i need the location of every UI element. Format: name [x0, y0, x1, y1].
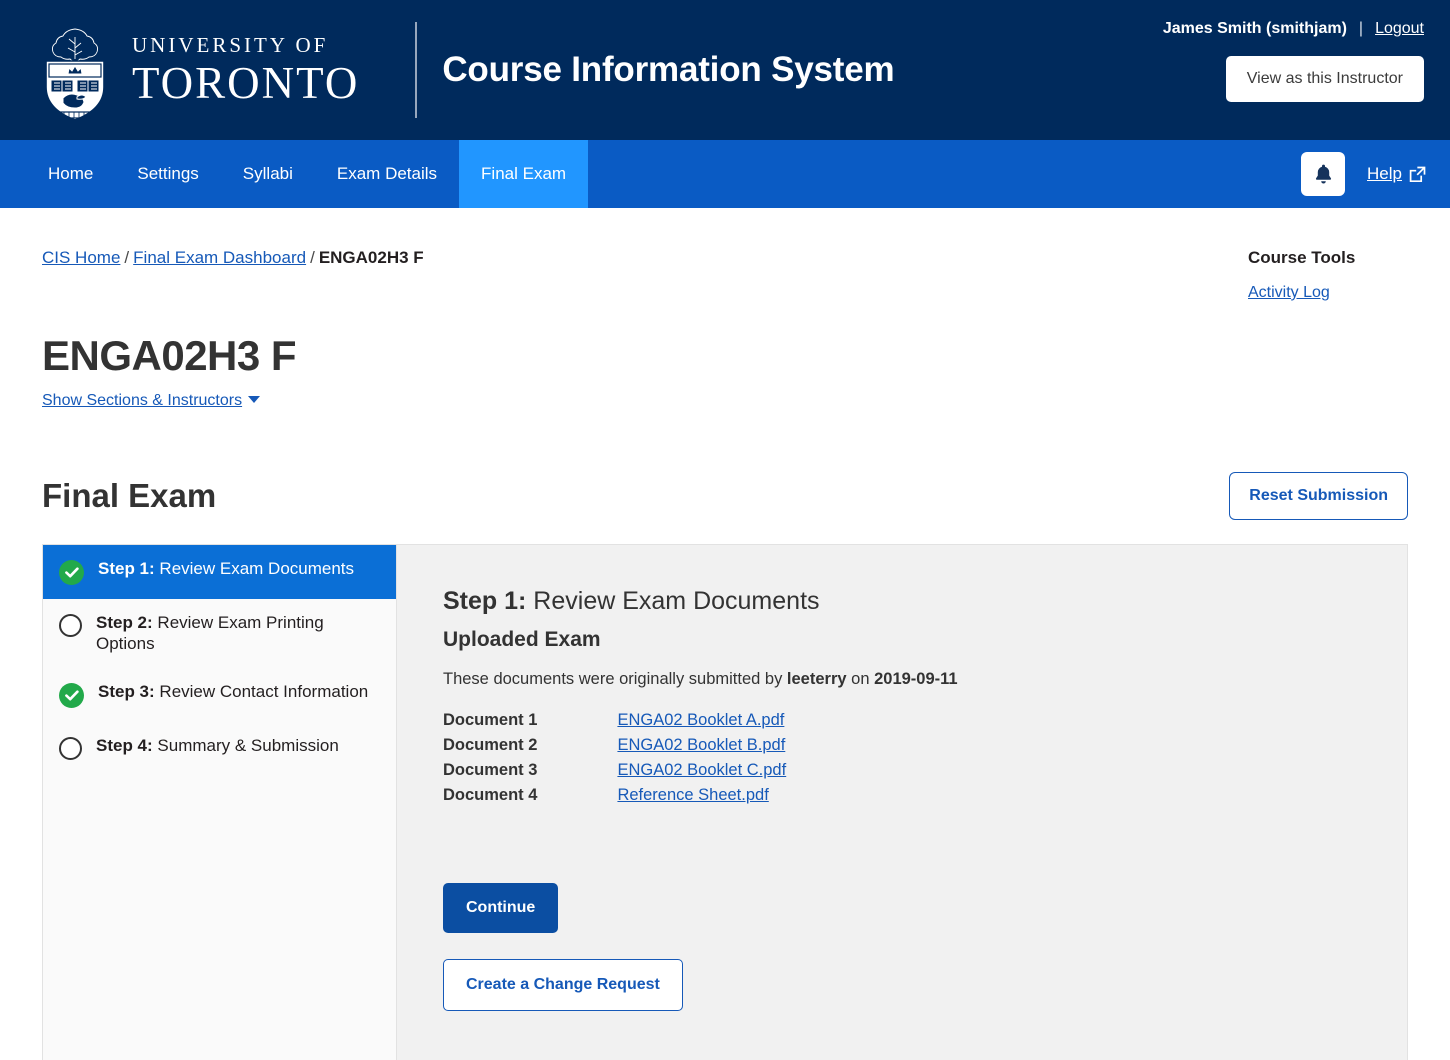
document-1-value: ENGA02 Booklet A.pdf [617, 711, 786, 736]
document-2-value: ENGA02 Booklet B.pdf [617, 736, 786, 761]
nav-item-list: Home Settings Syllabi Exam Details Final… [26, 140, 589, 208]
uoft-wordmark: UNIVERSITY OF TORONTO [132, 32, 360, 108]
wizard-step-4[interactable]: Step 4: Summary & Submission [43, 722, 396, 774]
nav-item-home[interactable]: Home [26, 140, 115, 208]
step-complete-icon [59, 560, 84, 585]
nav-item-syllabi[interactable]: Syllabi [221, 140, 315, 208]
header-divider [415, 22, 418, 118]
bell-icon [1315, 164, 1331, 184]
wizard-content-panel: Step 1: Review Exam Documents Uploaded E… [397, 545, 1407, 1060]
document-list: Document 1 ENGA02 Booklet A.pdf Document… [443, 711, 786, 811]
wizard-step-list: Step 1: Review Exam Documents Step 2: Re… [43, 545, 397, 1060]
step-2-number: Step 2: [96, 613, 153, 632]
reset-submission-button[interactable]: Reset Submission [1229, 472, 1408, 520]
nav-right-group: Help [1301, 140, 1426, 208]
current-user-label: James Smith (smithjam) [1162, 20, 1347, 37]
view-as-instructor-button[interactable]: View as this Instructor [1225, 56, 1424, 102]
create-change-request-button[interactable]: Create a Change Request [443, 959, 683, 1011]
course-tools-title: Course Tools [1248, 248, 1356, 267]
exam-wizard: Step 1: Review Exam Documents Step 2: Re… [42, 544, 1408, 1060]
step-4-label: Step 4: Summary & Submission [96, 736, 339, 757]
university-line1: UNIVERSITY OF [132, 32, 329, 57]
document-2-link[interactable]: ENGA02 Booklet B.pdf [617, 736, 785, 754]
continue-button[interactable]: Continue [443, 883, 559, 933]
app-title: Course Information System [442, 50, 895, 89]
step-3-label: Step 3: Review Contact Information [98, 682, 368, 703]
document-3-link[interactable]: ENGA02 Booklet C.pdf [617, 761, 786, 779]
uoft-crest-icon [45, 28, 105, 121]
nav-item-settings[interactable]: Settings [115, 140, 220, 208]
help-link[interactable]: Help [1367, 164, 1426, 184]
submission-user: leeterry [786, 670, 847, 688]
step-1-number: Step 1: [98, 559, 155, 578]
panel-heading: Step 1: Review Exam Documents [443, 587, 1361, 616]
panel-heading-step: Step 1: [443, 587, 527, 615]
step-incomplete-icon [59, 737, 82, 761]
document-row: Document 2 ENGA02 Booklet B.pdf [443, 736, 786, 761]
course-tools-panel: Course Tools Activity Log [1248, 248, 1408, 302]
submission-info: These documents were originally submitte… [443, 670, 1361, 689]
account-line: James Smith (smithjam) | Logout [1163, 20, 1424, 38]
step-1-label: Step 1: Review Exam Documents [98, 559, 354, 580]
account-area: James Smith (smithjam) | Logout View as th… [1163, 20, 1424, 102]
breadcrumb-current: ENGA02H3 F [318, 248, 424, 267]
step-4-text: Summary & Submission [152, 736, 339, 756]
account-separator: | [1358, 20, 1364, 37]
submission-prefix: These documents were originally submitte… [443, 670, 787, 688]
document-2-label: Document 2 [443, 736, 538, 754]
notifications-button[interactable] [1301, 152, 1346, 196]
step-1-text: Review Exam Documents [154, 559, 355, 578]
document-3-label: Document 3 [443, 761, 538, 779]
submission-date: 2019-09-11 [874, 670, 958, 688]
nav-item-exam-details[interactable]: Exam Details [315, 140, 459, 208]
document-row: Document 4 Reference Sheet.pdf [443, 786, 786, 811]
page-body: CIS Home / Final Exam Dashboard / ENGA02H3 F… [0, 208, 1450, 1060]
breadcrumb-cis-home[interactable]: CIS Home [42, 248, 120, 267]
breadcrumb-row: CIS Home / Final Exam Dashboard / ENGA02H3 F… [42, 208, 1408, 302]
step-2-label: Step 2: Review Exam Printing Options [96, 613, 380, 654]
step-complete-icon [59, 683, 84, 709]
activity-log-link[interactable]: Activity Log [1248, 284, 1408, 302]
step-incomplete-icon [59, 614, 82, 637]
step-3-text: Review Contact Information [154, 682, 369, 702]
final-exam-section-header: Final Exam Reset Submission [42, 472, 1408, 520]
document-1-label: Document 1 [443, 711, 538, 729]
panel-subheading: Uploaded Exam [443, 628, 601, 651]
nav-item-final-exam[interactable]: Final Exam [459, 140, 589, 208]
help-label: Help [1367, 164, 1402, 183]
main-navigation: Home Settings Syllabi Exam Details Final… [0, 140, 1450, 208]
show-sections-toggle[interactable]: Show Sections & Instructors [42, 392, 261, 410]
breadcrumb-final-exam-dashboard[interactable]: Final Exam Dashboard [133, 248, 306, 267]
step-4-number: Step 4: [96, 736, 153, 756]
document-row: Document 1 ENGA02 Booklet A.pdf [443, 711, 786, 736]
document-3-value: ENGA02 Booklet C.pdf [617, 761, 786, 786]
document-row: Document 3 ENGA02 Booklet C.pdf [443, 761, 786, 786]
document-4-label: Document 4 [443, 786, 538, 804]
wizard-step-3[interactable]: Step 3: Review Contact Information [43, 668, 396, 722]
logout-link[interactable]: Logout [1375, 20, 1424, 37]
chevron-down-icon [248, 396, 261, 403]
wizard-step-1[interactable]: Step 1: Review Exam Documents [43, 545, 396, 599]
section-title: Final Exam [42, 477, 217, 514]
breadcrumb: CIS Home / Final Exam Dashboard / ENGA02H3 F [42, 248, 424, 268]
wizard-step-2[interactable]: Step 2: Review Exam Printing Options [43, 599, 396, 668]
site-header: UNIVERSITY OF TORONTO Course Information… [0, 0, 1450, 140]
breadcrumb-slash-1: / [124, 248, 130, 267]
step-3-number: Step 3: [98, 682, 155, 702]
show-sections-label: Show Sections & Instructors [42, 392, 243, 409]
university-line2: TORONTO [132, 57, 360, 108]
document-1-link[interactable]: ENGA02 Booklet A.pdf [617, 711, 784, 729]
document-4-value: Reference Sheet.pdf [617, 786, 786, 811]
panel-heading-text: Review Exam Documents [526, 587, 820, 615]
submission-mid: on [846, 670, 875, 688]
external-link-icon [1409, 166, 1426, 182]
document-4-link[interactable]: Reference Sheet.pdf [617, 786, 768, 804]
breadcrumb-slash-2: / [310, 248, 315, 267]
page-title: ENGA02H3 F [42, 332, 297, 379]
uoft-brand: UNIVERSITY OF TORONTO [0, 0, 359, 140]
